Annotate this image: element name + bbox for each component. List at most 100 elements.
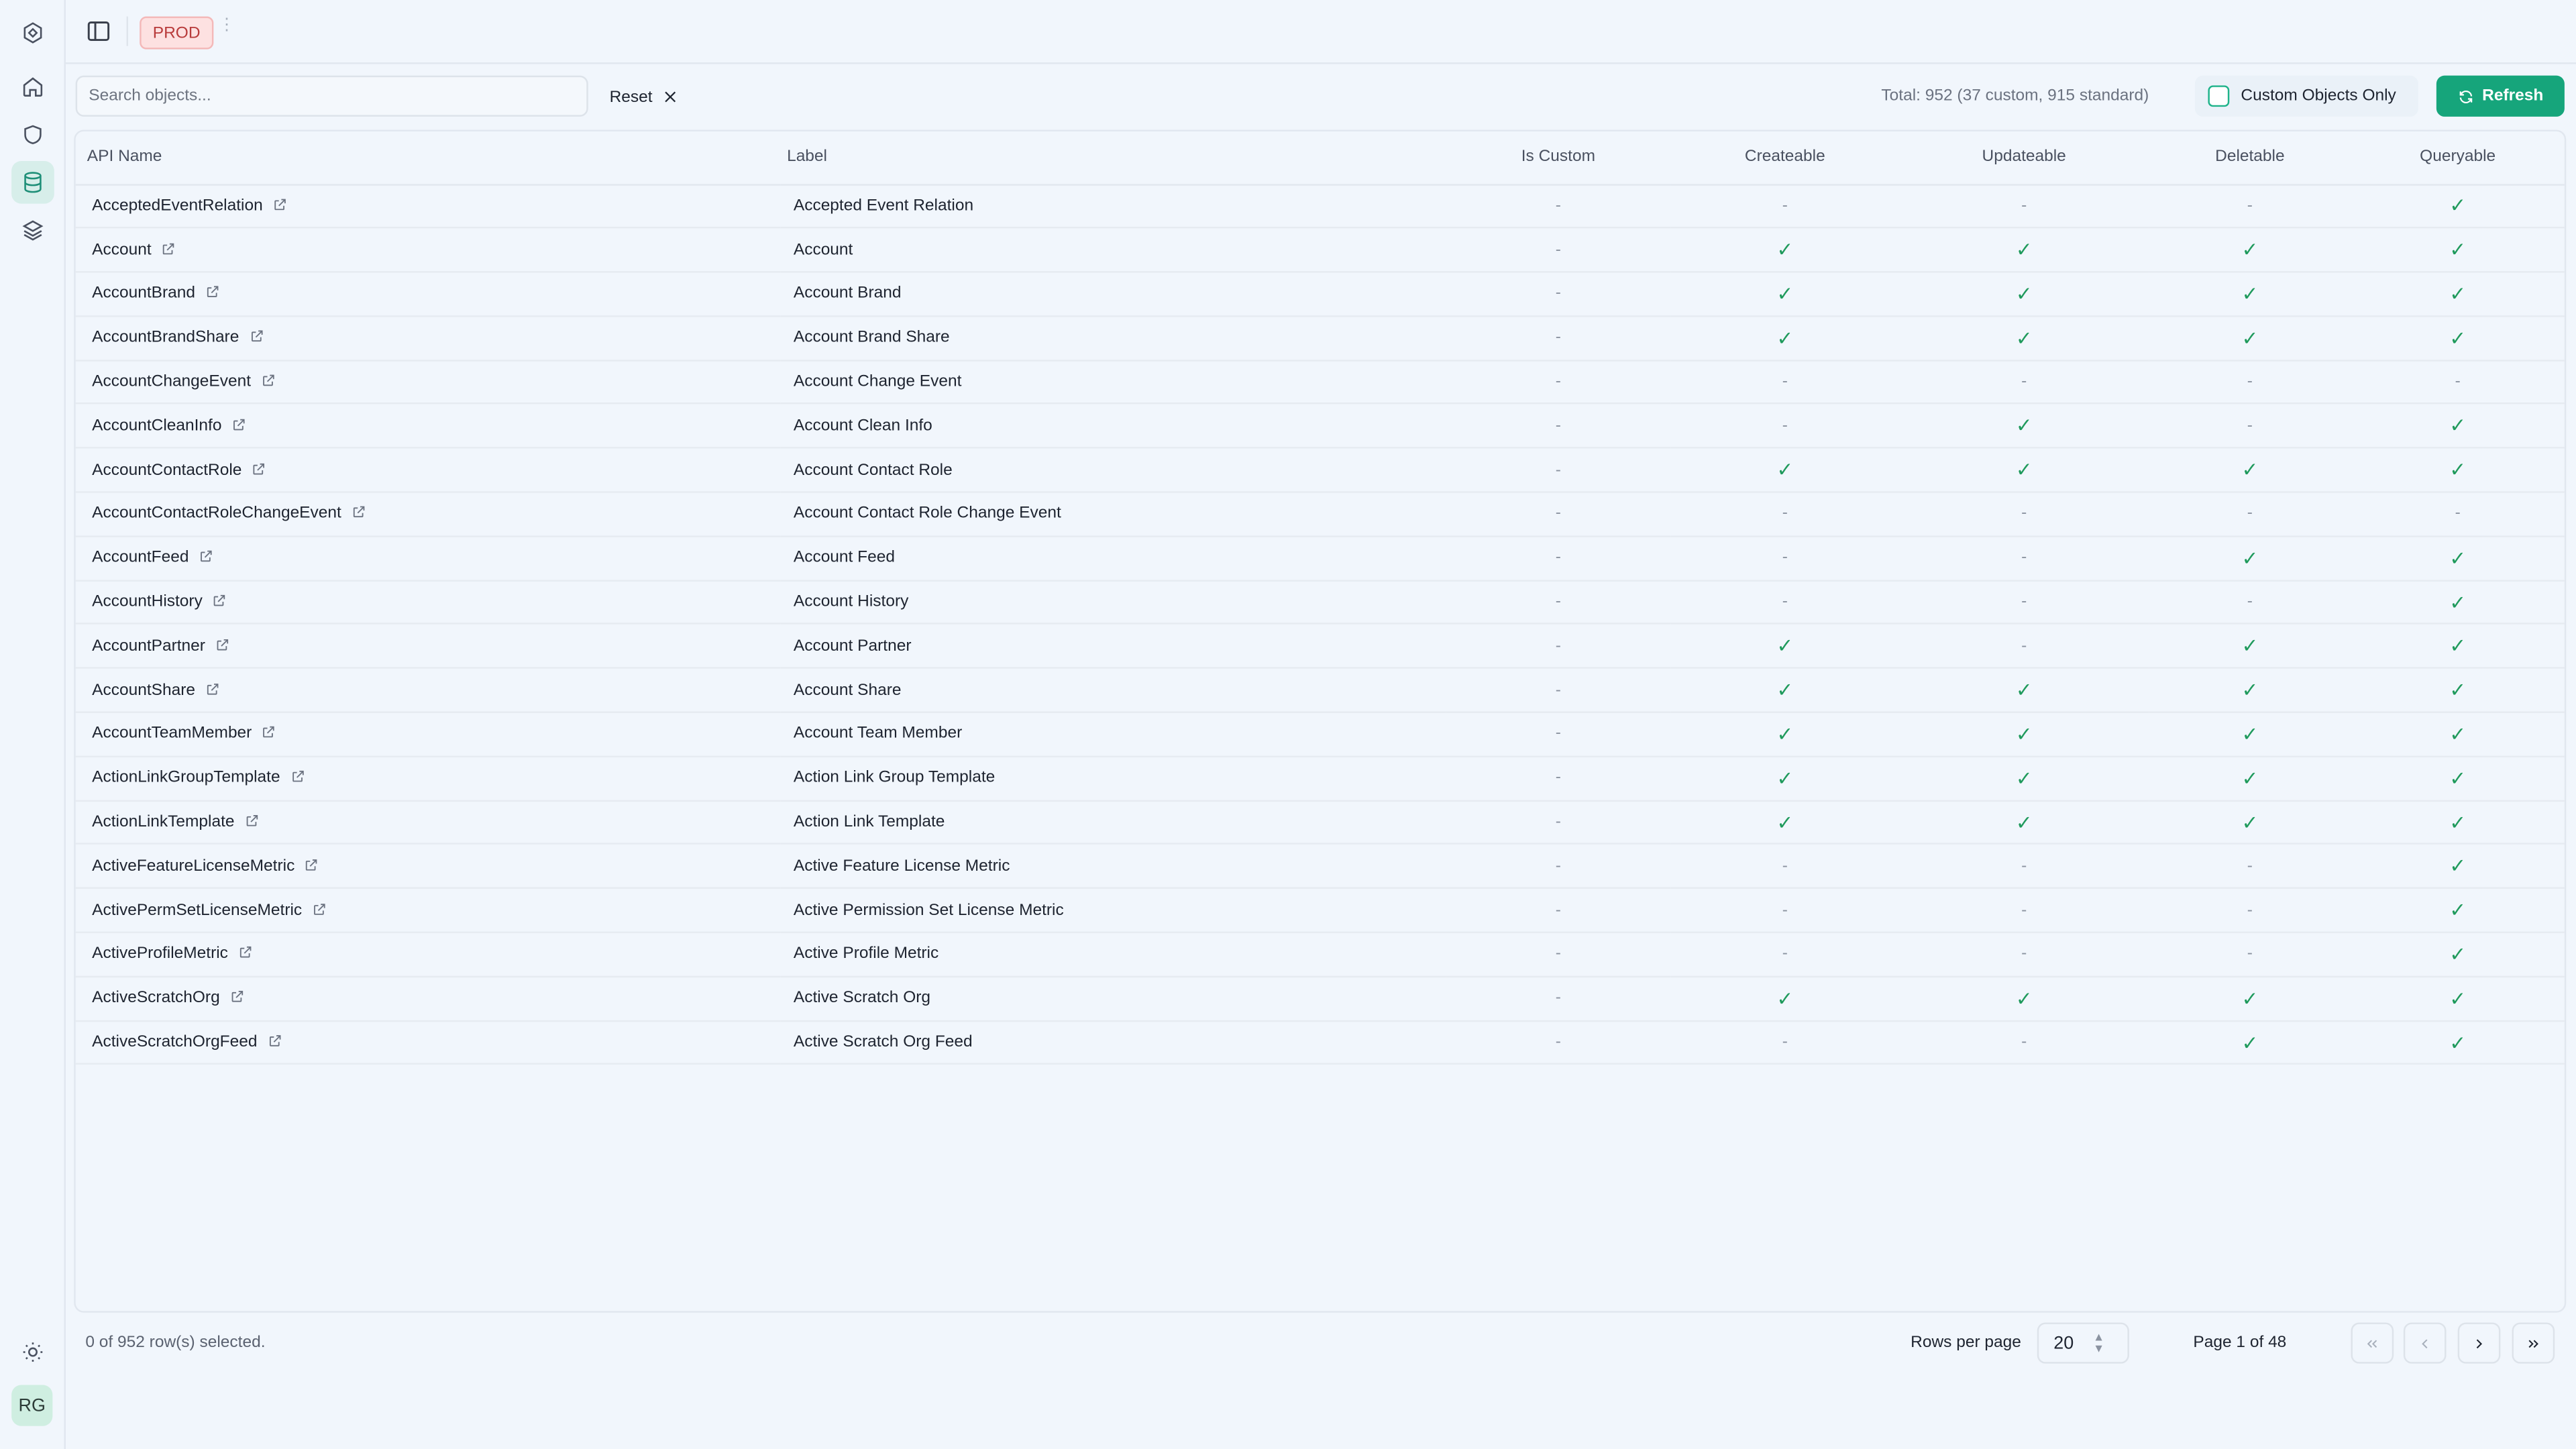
queryable-cell: ✓ bbox=[2449, 855, 2467, 878]
api-name-text: AccountContactRole bbox=[92, 461, 242, 480]
home-icon[interactable] bbox=[11, 66, 54, 109]
table-row[interactable]: AccountContactRole Account Contact Role - ✓… bbox=[75, 448, 2565, 492]
external-link-icon[interactable] bbox=[305, 857, 319, 872]
column-header-createable[interactable]: Createable bbox=[1671, 131, 1899, 184]
api-name-cell: ActionLinkTemplate bbox=[76, 800, 781, 845]
column-header-queryable[interactable]: Queryable bbox=[2351, 131, 2565, 184]
external-link-icon[interactable] bbox=[249, 329, 264, 343]
layers-icon[interactable] bbox=[11, 209, 54, 252]
table-row[interactable]: AcceptedEventRelation Accepted Event Rela… bbox=[75, 184, 2565, 228]
column-header-updateable[interactable]: Updateable bbox=[1899, 131, 2149, 184]
deletable-cell: - bbox=[2247, 504, 2253, 523]
api-name-cell: AccountChangeEvent bbox=[76, 360, 781, 405]
queryable-cell: ✓ bbox=[2449, 678, 2467, 702]
table-row[interactable]: AccountChangeEvent Account Change Event - -… bbox=[75, 360, 2565, 405]
table-row[interactable]: AccountTeamMember Account Team Member - ✓ ✓ ✓… bbox=[75, 712, 2565, 757]
last-page-button[interactable] bbox=[2512, 1322, 2555, 1364]
first-page-button[interactable] bbox=[2351, 1322, 2394, 1364]
chevron-right-icon bbox=[2476, 1338, 2483, 1348]
theme-sun-icon[interactable] bbox=[11, 1331, 54, 1374]
label-cell: Active Scratch Org Feed bbox=[793, 1033, 973, 1052]
api-name-cell: AccountCleanInfo bbox=[76, 404, 781, 448]
database-icon[interactable] bbox=[11, 161, 54, 204]
close-icon bbox=[665, 91, 676, 103]
table-row[interactable]: ActivePermSetLicenseMetric Active Permiss… bbox=[75, 888, 2565, 932]
table-row[interactable]: ActiveScratchOrg Active Scratch Org - ✓ ✓ ✓ ✓ bbox=[75, 977, 2565, 1021]
label-cell: Account Contact Role bbox=[793, 461, 953, 480]
table-row[interactable]: AccountBrandShare Account Brand Share - ✓ ✓ ✓… bbox=[75, 316, 2565, 360]
column-header-api-name[interactable]: API Name bbox=[76, 131, 781, 184]
external-link-icon[interactable] bbox=[244, 813, 259, 828]
is-custom-cell: - bbox=[1555, 504, 1561, 523]
table-row[interactable]: AccountCleanInfo Account Clean Info - - ✓ - ✓ bbox=[75, 404, 2565, 449]
external-link-icon[interactable] bbox=[231, 417, 246, 432]
column-header-deletable[interactable]: Deletable bbox=[2149, 131, 2351, 184]
table-row[interactable]: ActiveScratchOrgFeed Active Scratch Org F… bbox=[75, 1020, 2565, 1065]
is-custom-cell: - bbox=[1555, 241, 1561, 260]
column-header-is-custom[interactable]: Is Custom bbox=[1446, 131, 1671, 184]
table-row[interactable]: AccountPartner Account Partner - ✓ - ✓ ✓ bbox=[75, 625, 2565, 669]
external-link-icon[interactable] bbox=[205, 285, 220, 300]
external-link-icon[interactable] bbox=[205, 681, 220, 696]
column-header-label[interactable]: Label bbox=[780, 131, 1446, 184]
external-link-icon[interactable] bbox=[272, 197, 287, 212]
sidebar-toggle-icon[interactable] bbox=[85, 18, 111, 44]
external-link-icon[interactable] bbox=[267, 1033, 282, 1048]
api-name-text: AccountCleanInfo bbox=[92, 417, 222, 435]
external-link-icon[interactable] bbox=[252, 461, 266, 476]
external-link-icon[interactable] bbox=[312, 902, 327, 916]
search-input[interactable] bbox=[75, 75, 588, 117]
table-row[interactable]: AccountBrand Account Brand - ✓ ✓ ✓ ✓ bbox=[75, 272, 2565, 317]
external-link-icon[interactable] bbox=[261, 373, 276, 388]
external-link-icon[interactable] bbox=[352, 505, 366, 520]
deletable-cell: ✓ bbox=[2241, 678, 2259, 702]
deletable-cell: ✓ bbox=[2241, 767, 2259, 790]
objects-table: API Name Label Is Custom Createable Upda… bbox=[74, 129, 2567, 1313]
previous-page-button[interactable] bbox=[2403, 1322, 2447, 1364]
table-row[interactable]: AccountHistory Account History - - - - ✓ bbox=[75, 580, 2565, 625]
createable-cell: - bbox=[1782, 901, 1788, 920]
avatar[interactable]: RG bbox=[11, 1385, 53, 1426]
next-page-button[interactable] bbox=[2457, 1322, 2501, 1364]
api-name-text: AccountFeed bbox=[92, 549, 189, 568]
api-name-cell: AccountBrandShare bbox=[76, 316, 781, 360]
api-name-text: AccountTeamMember bbox=[92, 725, 252, 744]
shield-icon[interactable] bbox=[11, 113, 54, 156]
table-row[interactable]: ActionLinkGroupTemplate Action Link Group… bbox=[75, 756, 2565, 801]
app-logo-icon[interactable] bbox=[11, 11, 54, 54]
external-link-icon[interactable] bbox=[290, 769, 305, 784]
updateable-cell: - bbox=[2021, 593, 2027, 612]
table-row[interactable]: ActionLinkTemplate Action Link Template - ✓… bbox=[75, 800, 2565, 845]
external-link-icon[interactable] bbox=[262, 725, 276, 740]
custom-only-checkbox[interactable] bbox=[2208, 85, 2230, 107]
external-link-icon[interactable] bbox=[161, 241, 176, 256]
rows-per-page-select[interactable]: 20 ▲ ▼ bbox=[2037, 1322, 2129, 1364]
table-row[interactable]: AccountFeed Account Feed - - - ✓ ✓ bbox=[75, 536, 2565, 580]
api-name-text: AccountHistory bbox=[92, 593, 203, 612]
external-link-icon[interactable] bbox=[238, 945, 253, 960]
table-row[interactable]: ActiveFeatureLicenseMetric Active Feature… bbox=[75, 845, 2565, 889]
sidebar: RG bbox=[0, 0, 66, 1449]
refresh-button[interactable]: Refresh bbox=[2436, 75, 2565, 117]
queryable-cell: ✓ bbox=[2449, 458, 2467, 482]
external-link-icon[interactable] bbox=[229, 989, 244, 1004]
table-row[interactable]: AccountContactRoleChangeEvent Account Con… bbox=[75, 492, 2565, 537]
is-custom-cell: - bbox=[1555, 857, 1561, 875]
external-link-icon[interactable] bbox=[199, 549, 213, 564]
createable-cell: ✓ bbox=[1776, 238, 1794, 262]
updateable-cell: ✓ bbox=[2015, 767, 2033, 790]
label-cell: Account Feed bbox=[793, 549, 896, 568]
table-row[interactable]: ActiveProfileMetric Active Profile Metric… bbox=[75, 932, 2565, 977]
external-link-icon[interactable] bbox=[215, 637, 230, 652]
api-name-cell: ActiveScratchOrg bbox=[76, 977, 781, 1021]
table-body: AcceptedEventRelation Accepted Event Rela… bbox=[75, 184, 2565, 1065]
table-row[interactable]: AccountShare Account Share - ✓ ✓ ✓ ✓ bbox=[75, 668, 2565, 712]
chevron-left-icon bbox=[2422, 1338, 2428, 1348]
table-row[interactable]: Account Account - ✓ ✓ ✓ ✓ bbox=[75, 228, 2565, 272]
createable-cell: - bbox=[1782, 549, 1788, 568]
label-cell: Accepted Event Relation bbox=[793, 197, 974, 215]
external-link-icon[interactable] bbox=[213, 593, 227, 608]
reset-button[interactable]: Reset bbox=[610, 80, 679, 113]
custom-objects-only-toggle[interactable]: Custom Objects Only bbox=[2194, 75, 2418, 117]
is-custom-cell: - bbox=[1555, 329, 1561, 347]
